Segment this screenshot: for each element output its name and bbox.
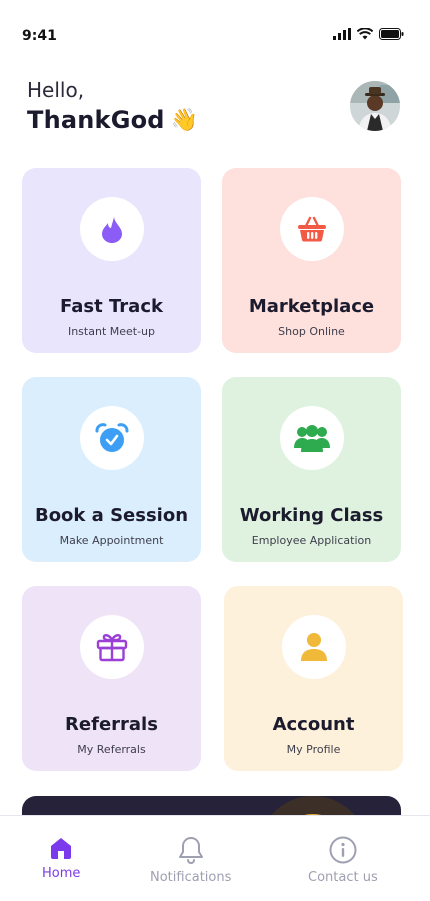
- group-icon: [293, 425, 330, 452]
- info-icon: [329, 836, 357, 864]
- card-subtitle: Employee Application: [251, 534, 372, 547]
- avatar-photo: [350, 81, 400, 131]
- card-icon-circle: [79, 197, 144, 261]
- nav-home[interactable]: Home: [42, 836, 80, 881]
- card-account[interactable]: Account My Profile: [224, 586, 403, 771]
- user-name: ThankGod: [27, 106, 165, 134]
- status-bar: 9:41: [0, 0, 430, 70]
- waving-hand-icon: 👋: [170, 107, 199, 133]
- nav-contact[interactable]: Contact us: [308, 836, 378, 885]
- card-title: Working Class: [239, 505, 384, 526]
- greeting-hello: Hello,: [27, 78, 85, 102]
- card-icon-circle: [279, 406, 344, 470]
- card-marketplace[interactable]: Marketplace Shop Online: [222, 168, 401, 353]
- card-working-class[interactable]: Working Class Employee Application: [222, 377, 401, 562]
- user-icon: [300, 633, 327, 661]
- card-subtitle: Instant Meet-up: [67, 325, 156, 338]
- nav-notifications[interactable]: Notifications: [150, 836, 231, 885]
- bell-icon: [178, 837, 203, 864]
- card-title: Referrals: [65, 714, 158, 735]
- card-book-session[interactable]: Book a Session Make Appointment: [22, 377, 201, 562]
- card-icon-circle: [281, 615, 346, 679]
- card-subtitle: Make Appointment: [59, 534, 164, 547]
- bottom-nav: Home Notifications Contact us: [0, 815, 430, 901]
- home-icon: [51, 838, 72, 859]
- card-title: Account: [272, 714, 355, 735]
- flame-icon: [101, 217, 122, 243]
- card-title: Fast Track: [60, 296, 163, 317]
- card-icon-circle: [79, 406, 144, 470]
- card-fast-track[interactable]: Fast Track Instant Meet-up: [22, 168, 201, 353]
- nav-home-label: Home: [42, 866, 81, 881]
- nav-notifications-label: Notifications: [150, 870, 232, 885]
- alarm-clock-icon: [95, 423, 128, 452]
- card-title: Marketplace: [248, 296, 375, 317]
- cellular-signal-icon: [333, 28, 351, 40]
- card-icon-circle: [79, 615, 144, 679]
- card-subtitle: Shop Online: [278, 325, 345, 338]
- card-title: Book a Session: [34, 505, 189, 526]
- battery-icon: [379, 28, 404, 40]
- status-time: 9:41: [22, 28, 57, 44]
- card-referrals[interactable]: Referrals My Referrals: [22, 586, 201, 771]
- avatar[interactable]: [350, 81, 400, 131]
- card-subtitle: My Referrals: [77, 743, 146, 756]
- basket-icon: [297, 216, 326, 242]
- greeting: Hello, ThankGod 👋: [27, 78, 198, 134]
- card-subtitle: My Profile: [286, 743, 341, 756]
- nav-contact-label: Contact us: [308, 870, 378, 885]
- status-icons: [333, 28, 404, 40]
- wifi-icon: [357, 28, 373, 40]
- card-icon-circle: [279, 197, 344, 261]
- greeting-name-row: ThankGod 👋: [27, 106, 198, 134]
- gift-icon: [96, 634, 127, 662]
